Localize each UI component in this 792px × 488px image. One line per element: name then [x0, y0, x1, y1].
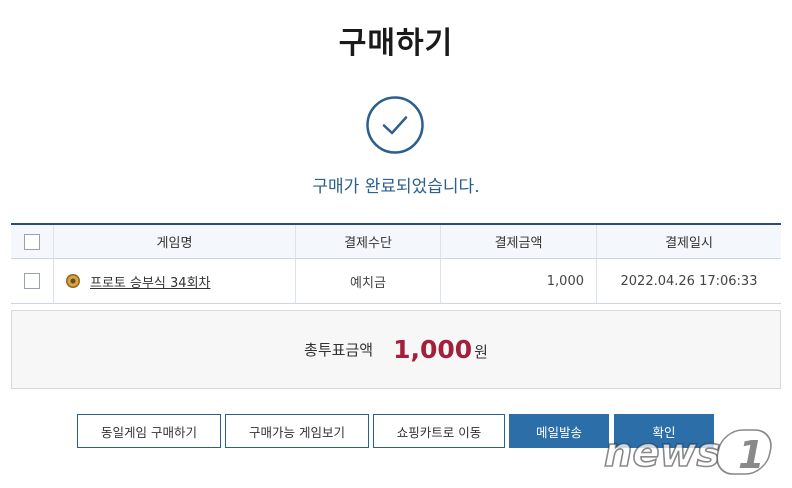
total-summary: 총투표금액 1,000 원 [11, 310, 781, 389]
header-date: 결제일시 [596, 223, 781, 259]
header-amount: 결제금액 [440, 223, 597, 259]
header-method: 결제수단 [295, 223, 441, 259]
table-header-row: 게임명 결제수단 결제금액 결제일시 [11, 223, 781, 259]
order-table: 게임명 결제수단 결제금액 결제일시 프로토 승부식 34회차 예치금 1,00… [11, 223, 781, 304]
table-row: 프로토 승부식 34회차 예치금 1,000 2022.04.26 17:06:… [11, 258, 781, 304]
header-game: 게임명 [53, 223, 296, 259]
row-date: 2022.04.26 17:06:33 [596, 258, 781, 304]
row-checkbox[interactable] [24, 273, 40, 289]
go-to-cart-button[interactable]: 쇼핑카트로 이동 [373, 414, 505, 448]
row-method: 예치금 [295, 258, 441, 304]
select-all-checkbox[interactable] [24, 233, 40, 250]
row-select-cell [11, 258, 54, 304]
total-unit: 원 [474, 343, 488, 361]
check-circle-icon [366, 96, 424, 154]
news1-watermark-logo: news 1 [603, 429, 772, 477]
same-game-purchase-button[interactable]: 동일게임 구매하기 [77, 414, 221, 448]
total-label: 총투표금액 [304, 341, 374, 359]
svg-text:news: news [604, 430, 720, 476]
page-title: 구매하기 [338, 26, 454, 61]
available-games-button[interactable]: 구매가능 게임보기 [225, 414, 369, 448]
send-email-button[interactable]: 메일발송 [509, 414, 609, 448]
row-amount: 1,000 [440, 258, 597, 304]
svg-text:1: 1 [738, 433, 764, 477]
game-icon [66, 274, 80, 288]
header-select-all [11, 223, 54, 259]
game-link[interactable]: 프로토 승부식 34회차 [90, 276, 211, 291]
total-value: 1,000 [393, 335, 473, 364]
completion-message: 구매가 완료되었습니다. [312, 177, 480, 197]
row-game-cell: 프로토 승부식 34회차 [53, 258, 296, 304]
